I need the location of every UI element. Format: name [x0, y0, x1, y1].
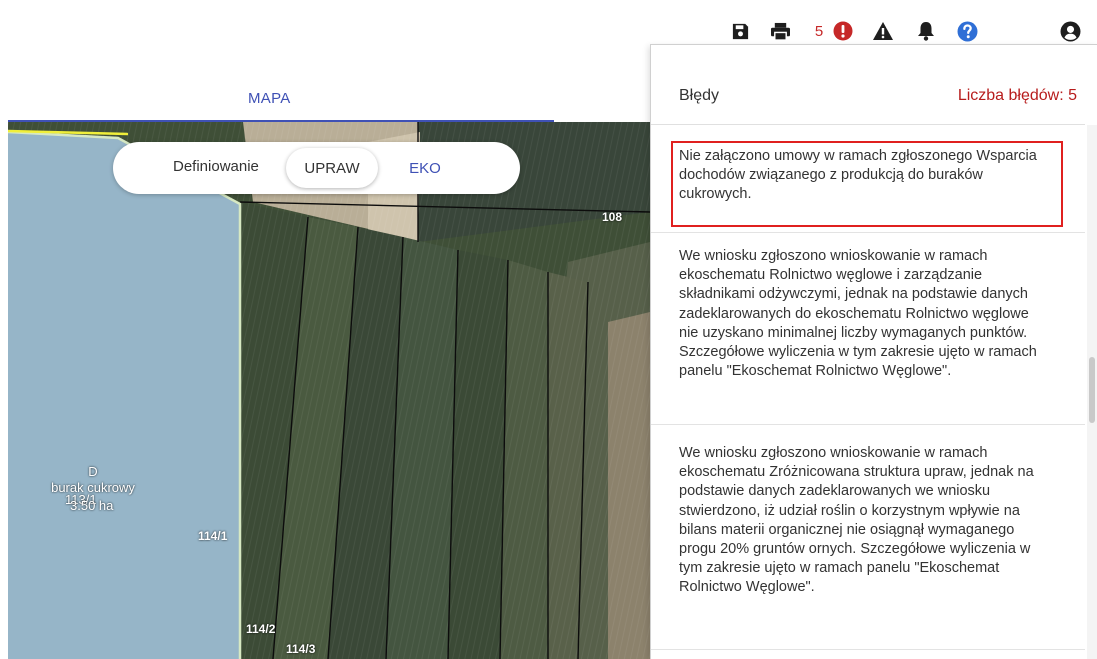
errors-panel-header: Błędy Liczba błędów: 5	[651, 45, 1085, 125]
errors-panel: Błędy Liczba błędów: 5 Nie załączono umo…	[650, 44, 1097, 659]
save-icon[interactable]	[729, 18, 751, 44]
field-letter: D	[88, 464, 98, 479]
errors-scrollbar[interactable]	[1087, 125, 1097, 659]
tab-mapa[interactable]: MAPA	[248, 90, 291, 107]
parcel-label-114-1[interactable]: 114/1	[198, 529, 227, 543]
bell-icon[interactable]	[915, 18, 937, 44]
parcel-label-114-2[interactable]: 114/2	[246, 622, 275, 636]
eko-toggle-button[interactable]: EKO	[395, 148, 455, 188]
satellite-map[interactable]: 108 114/1 114/2 114/3 D burak cukrowy 11…	[8, 122, 650, 659]
warning-icon[interactable]	[871, 18, 895, 44]
field-info-label[interactable]: D burak cukrowy 113/1 3.50 ha	[28, 464, 158, 513]
parcel-label-108[interactable]: 108	[602, 210, 622, 224]
error-icon[interactable]	[832, 18, 854, 44]
error-item-text: We wniosku zgłoszono wnioskowanie w rama…	[679, 248, 1037, 380]
error-item[interactable]: We wniosku zgłoszono wnioskowanie w rama…	[651, 425, 1085, 650]
error-item-text: We wniosku zgłoszono wnioskowanie w rama…	[679, 445, 1034, 596]
parcel-label-114-3[interactable]: 114/3	[286, 642, 315, 656]
errors-panel-title: Błędy	[679, 87, 720, 104]
field-parcel-area: 113/1 3.50 ha	[28, 492, 158, 513]
definition-mode-switch: Definiowanie UPRAW EKO	[113, 142, 520, 194]
error-count: 5	[814, 22, 824, 40]
errors-scrollbar-thumb[interactable]	[1089, 357, 1095, 423]
error-item-highlight	[671, 141, 1063, 227]
upraw-toggle-button[interactable]: UPRAW	[286, 148, 378, 188]
help-icon[interactable]	[955, 18, 979, 44]
field-area: 3.50 ha	[70, 498, 114, 513]
top-toolbar: 5	[0, 0, 1097, 44]
map-imagery	[8, 122, 650, 659]
print-icon[interactable]	[768, 18, 792, 44]
user-icon[interactable]	[1058, 18, 1082, 44]
switch-label: Definiowanie	[173, 158, 259, 175]
error-item[interactable]: We wniosku zgłoszono wnioskowanie w rama…	[651, 233, 1085, 425]
errors-count-label: Liczba błędów: 5	[957, 87, 1077, 104]
